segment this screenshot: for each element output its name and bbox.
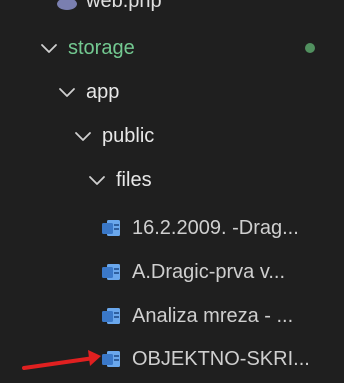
file-explorer: web.php storage app public files 16.2.20… (0, 0, 344, 383)
red-arrow-annotation (22, 350, 101, 370)
